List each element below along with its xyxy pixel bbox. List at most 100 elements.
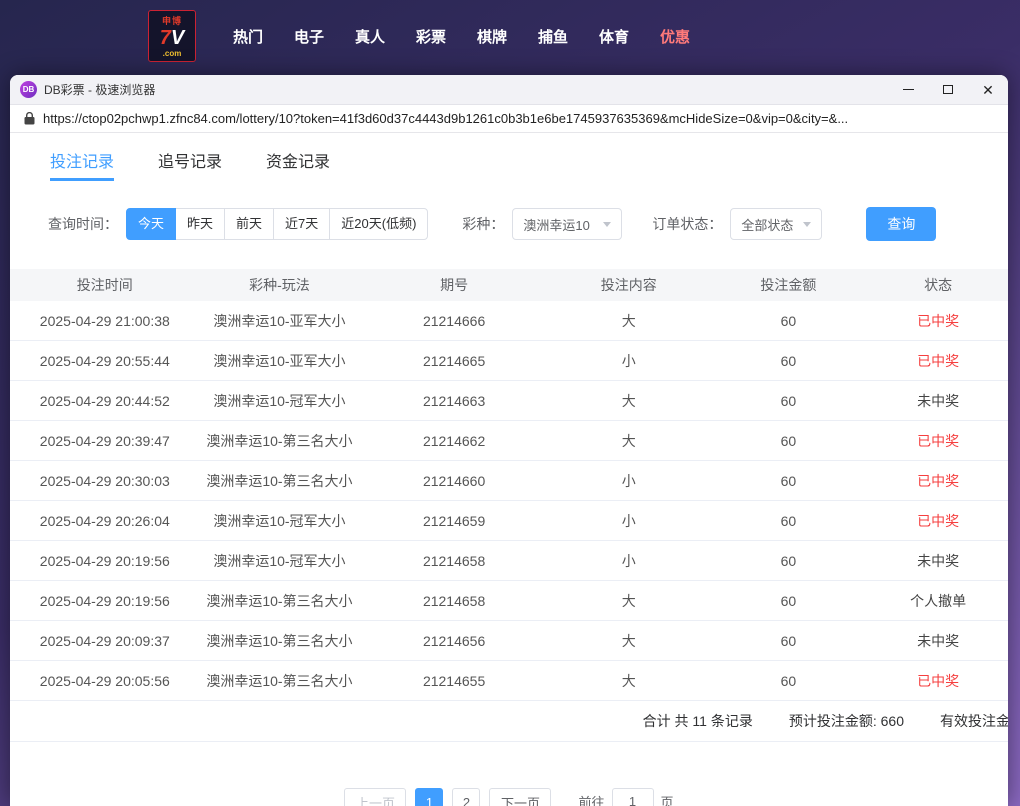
cell-content: 大 (549, 671, 709, 691)
cell-issue: 21214666 (359, 313, 549, 329)
nav-item-cards[interactable]: 棋牌 (477, 26, 507, 47)
site-nav-items: 热门 电子 真人 彩票 棋牌 捕鱼 体育 优惠 (233, 26, 690, 47)
cell-issue: 21214656 (359, 633, 549, 649)
table-row: 2025-04-29 20:19:56 澳洲幸运10-冠军大小 21214658… (10, 541, 1008, 581)
site-logo-text-main: 7V (160, 27, 184, 49)
page-number-2[interactable]: 2 (452, 788, 480, 806)
cell-status: 已中奖 (868, 351, 1008, 371)
cell-content: 大 (549, 311, 709, 331)
cell-status: 未中奖 (868, 551, 1008, 571)
goto-suffix: 页 (661, 792, 674, 806)
nav-item-fishing[interactable]: 捕鱼 (538, 26, 568, 47)
nav-item-hot[interactable]: 热门 (233, 26, 263, 47)
status-badge: 已中奖 (917, 313, 959, 329)
time-filter-group: 今天 昨天 前天 近7天 近20天(低频) (126, 208, 428, 240)
time-filter-today[interactable]: 今天 (126, 208, 176, 240)
nav-item-slots[interactable]: 电子 (294, 26, 324, 47)
nav-item-sports[interactable]: 体育 (599, 26, 629, 47)
tab-chase-records[interactable]: 追号记录 (158, 148, 222, 181)
cell-time: 2025-04-29 20:19:56 (10, 553, 200, 569)
table-row: 2025-04-29 20:05:56 澳洲幸运10-第三名大小 2121465… (10, 661, 1008, 701)
status-badge: 已中奖 (917, 513, 959, 529)
time-filter-yesterday[interactable]: 昨天 (175, 208, 225, 240)
cell-status: 已中奖 (868, 311, 1008, 331)
app-icon: DB (20, 81, 37, 98)
nav-item-live[interactable]: 真人 (355, 26, 385, 47)
page-number-1[interactable]: 1 (415, 788, 443, 806)
site-logo[interactable]: 申博 7V .com (148, 10, 196, 62)
lottery-select[interactable]: 澳洲幸运10 (512, 208, 622, 240)
cell-status: 已中奖 (868, 511, 1008, 531)
window-controls: ✕ (888, 75, 1008, 105)
cell-game: 澳洲幸运10-第三名大小 (200, 631, 360, 651)
nav-item-lottery[interactable]: 彩票 (416, 26, 446, 47)
cell-time: 2025-04-29 20:44:52 (10, 393, 200, 409)
minimize-button[interactable] (888, 75, 928, 105)
cell-content: 小 (549, 551, 709, 571)
cell-status: 未中奖 (868, 631, 1008, 651)
cell-content: 大 (549, 431, 709, 451)
time-filter-label: 查询时间： (48, 214, 118, 234)
maximize-button[interactable] (928, 75, 968, 105)
cell-game: 澳洲幸运10-亚军大小 (200, 351, 360, 371)
url-text: https://ctop02pchwp1.zfnc84.com/lottery/… (43, 111, 848, 126)
table-row: 2025-04-29 20:19:56 澳洲幸运10-第三名大小 2121465… (10, 581, 1008, 621)
cell-amount: 60 (709, 313, 869, 329)
table-row: 2025-04-29 21:00:38 澳洲幸运10-亚军大小 21214666… (10, 301, 1008, 341)
prev-page-button[interactable]: 上一页 (344, 788, 406, 806)
table-row: 2025-04-29 20:44:52 澳洲幸运10-冠军大小 21214663… (10, 381, 1008, 421)
nav-item-promo[interactable]: 优惠 (660, 26, 690, 47)
status-badge: 未中奖 (917, 553, 959, 569)
cell-issue: 21214658 (359, 553, 549, 569)
cell-time: 2025-04-29 20:39:47 (10, 433, 200, 449)
pagination: 上一页 1 2 下一页 前往 页 (10, 788, 1008, 806)
address-bar[interactable]: https://ctop02pchwp1.zfnc84.com/lottery/… (10, 105, 1008, 133)
cell-game: 澳洲幸运10-亚军大小 (200, 311, 360, 331)
close-button[interactable]: ✕ (968, 75, 1008, 105)
cell-issue: 21214659 (359, 513, 549, 529)
cell-content: 大 (549, 591, 709, 611)
order-status-label: 订单状态： (652, 214, 722, 234)
status-badge: 未中奖 (917, 393, 959, 409)
cell-issue: 21214663 (359, 393, 549, 409)
time-filter-20days[interactable]: 近20天(低频) (329, 208, 428, 240)
cell-game: 澳洲幸运10-冠军大小 (200, 391, 360, 411)
goto-page: 前往 页 (578, 788, 673, 806)
time-filter-7days[interactable]: 近7天 (273, 208, 330, 240)
time-filter-day-before[interactable]: 前天 (224, 208, 274, 240)
goto-page-input[interactable] (612, 788, 654, 806)
cell-amount: 60 (709, 553, 869, 569)
cell-amount: 60 (709, 353, 869, 369)
cell-amount: 60 (709, 393, 869, 409)
cell-amount: 60 (709, 633, 869, 649)
query-button[interactable]: 查询 (866, 207, 936, 241)
table-summary: 合计 共 11 条记录 预计投注金额: 660 有效投注金额 (10, 701, 1008, 742)
cell-issue: 21214655 (359, 673, 549, 689)
cell-game: 澳洲幸运10-冠军大小 (200, 511, 360, 531)
tab-fund-records[interactable]: 资金记录 (266, 148, 330, 181)
header-bet-amount: 投注金额 (709, 275, 869, 295)
cell-time: 2025-04-29 20:30:03 (10, 473, 200, 489)
cell-status: 已中奖 (868, 471, 1008, 491)
cell-issue: 21214658 (359, 593, 549, 609)
cell-amount: 60 (709, 513, 869, 529)
next-page-button[interactable]: 下一页 (489, 788, 551, 806)
filter-row: 查询时间： 今天 昨天 前天 近7天 近20天(低频) 彩种： 澳洲幸运10 订… (48, 207, 1008, 241)
cell-amount: 60 (709, 433, 869, 449)
table-row: 2025-04-29 20:55:44 澳洲幸运10-亚军大小 21214665… (10, 341, 1008, 381)
maximize-icon (943, 85, 953, 94)
summary-expected-amount: 预计投注金额: 660 (789, 711, 904, 731)
order-status-select[interactable]: 全部状态 (730, 208, 822, 240)
site-logo-text-com: .com (163, 49, 182, 58)
cell-game: 澳洲幸运10-冠军大小 (200, 551, 360, 571)
cell-amount: 60 (709, 593, 869, 609)
cell-amount: 60 (709, 473, 869, 489)
cell-time: 2025-04-29 21:00:38 (10, 313, 200, 329)
tab-bet-records[interactable]: 投注记录 (50, 148, 114, 181)
cell-time: 2025-04-29 20:09:37 (10, 633, 200, 649)
summary-total: 合计 共 11 条记录 (643, 711, 753, 731)
order-status-value: 全部状态 (741, 215, 793, 234)
window-titlebar[interactable]: DB DB彩票 - 极速浏览器 ✕ (10, 75, 1008, 105)
status-badge: 已中奖 (917, 673, 959, 689)
header-status: 状态 (868, 275, 1008, 295)
